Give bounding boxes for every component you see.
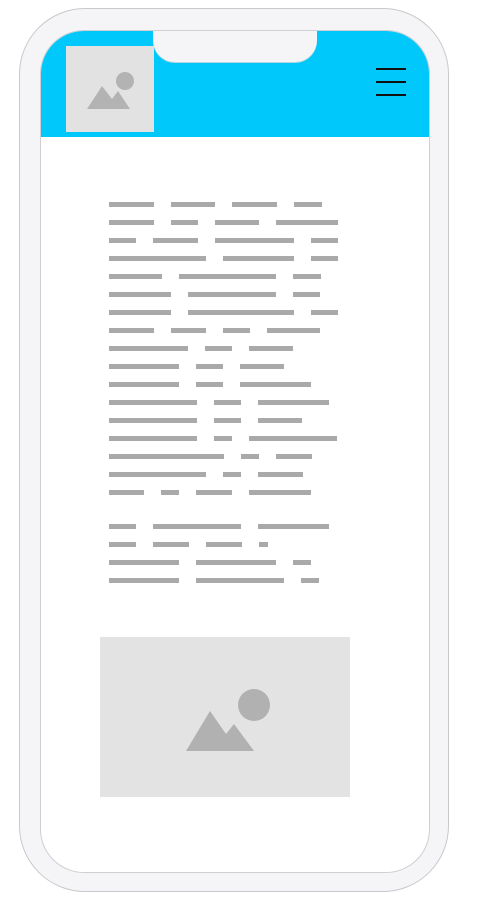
paragraph-placeholder-2 (109, 517, 349, 587)
text-line (109, 465, 349, 483)
text-line (109, 195, 349, 213)
text-line (109, 303, 349, 321)
text-line (109, 213, 349, 231)
app-header (41, 31, 429, 137)
text-line (109, 517, 349, 535)
text-line (109, 375, 349, 393)
phone-screen (40, 30, 430, 873)
menu-button[interactable] (374, 65, 408, 99)
paragraph-placeholder-1 (109, 195, 349, 501)
text-line (109, 483, 349, 501)
text-line (109, 447, 349, 465)
text-line (109, 429, 349, 447)
text-line (109, 321, 349, 339)
text-line (109, 411, 349, 429)
menu-bar (376, 81, 406, 83)
device-notch (153, 31, 317, 62)
text-line (109, 393, 349, 411)
text-line (109, 249, 349, 267)
image-placeholder-icon (87, 72, 134, 109)
text-content (109, 195, 349, 587)
text-line (109, 267, 349, 285)
menu-bar (376, 94, 406, 96)
image-placeholder (100, 637, 350, 797)
text-line (109, 553, 349, 571)
text-line (109, 535, 349, 553)
image-placeholder-icon (186, 689, 270, 751)
text-line (109, 231, 349, 249)
menu-bar (376, 68, 406, 70)
text-line (109, 571, 349, 587)
text-line (109, 339, 349, 357)
text-line (109, 357, 349, 375)
logo-placeholder[interactable] (66, 46, 154, 132)
text-line (109, 285, 349, 303)
paragraph-spacing (109, 501, 349, 517)
